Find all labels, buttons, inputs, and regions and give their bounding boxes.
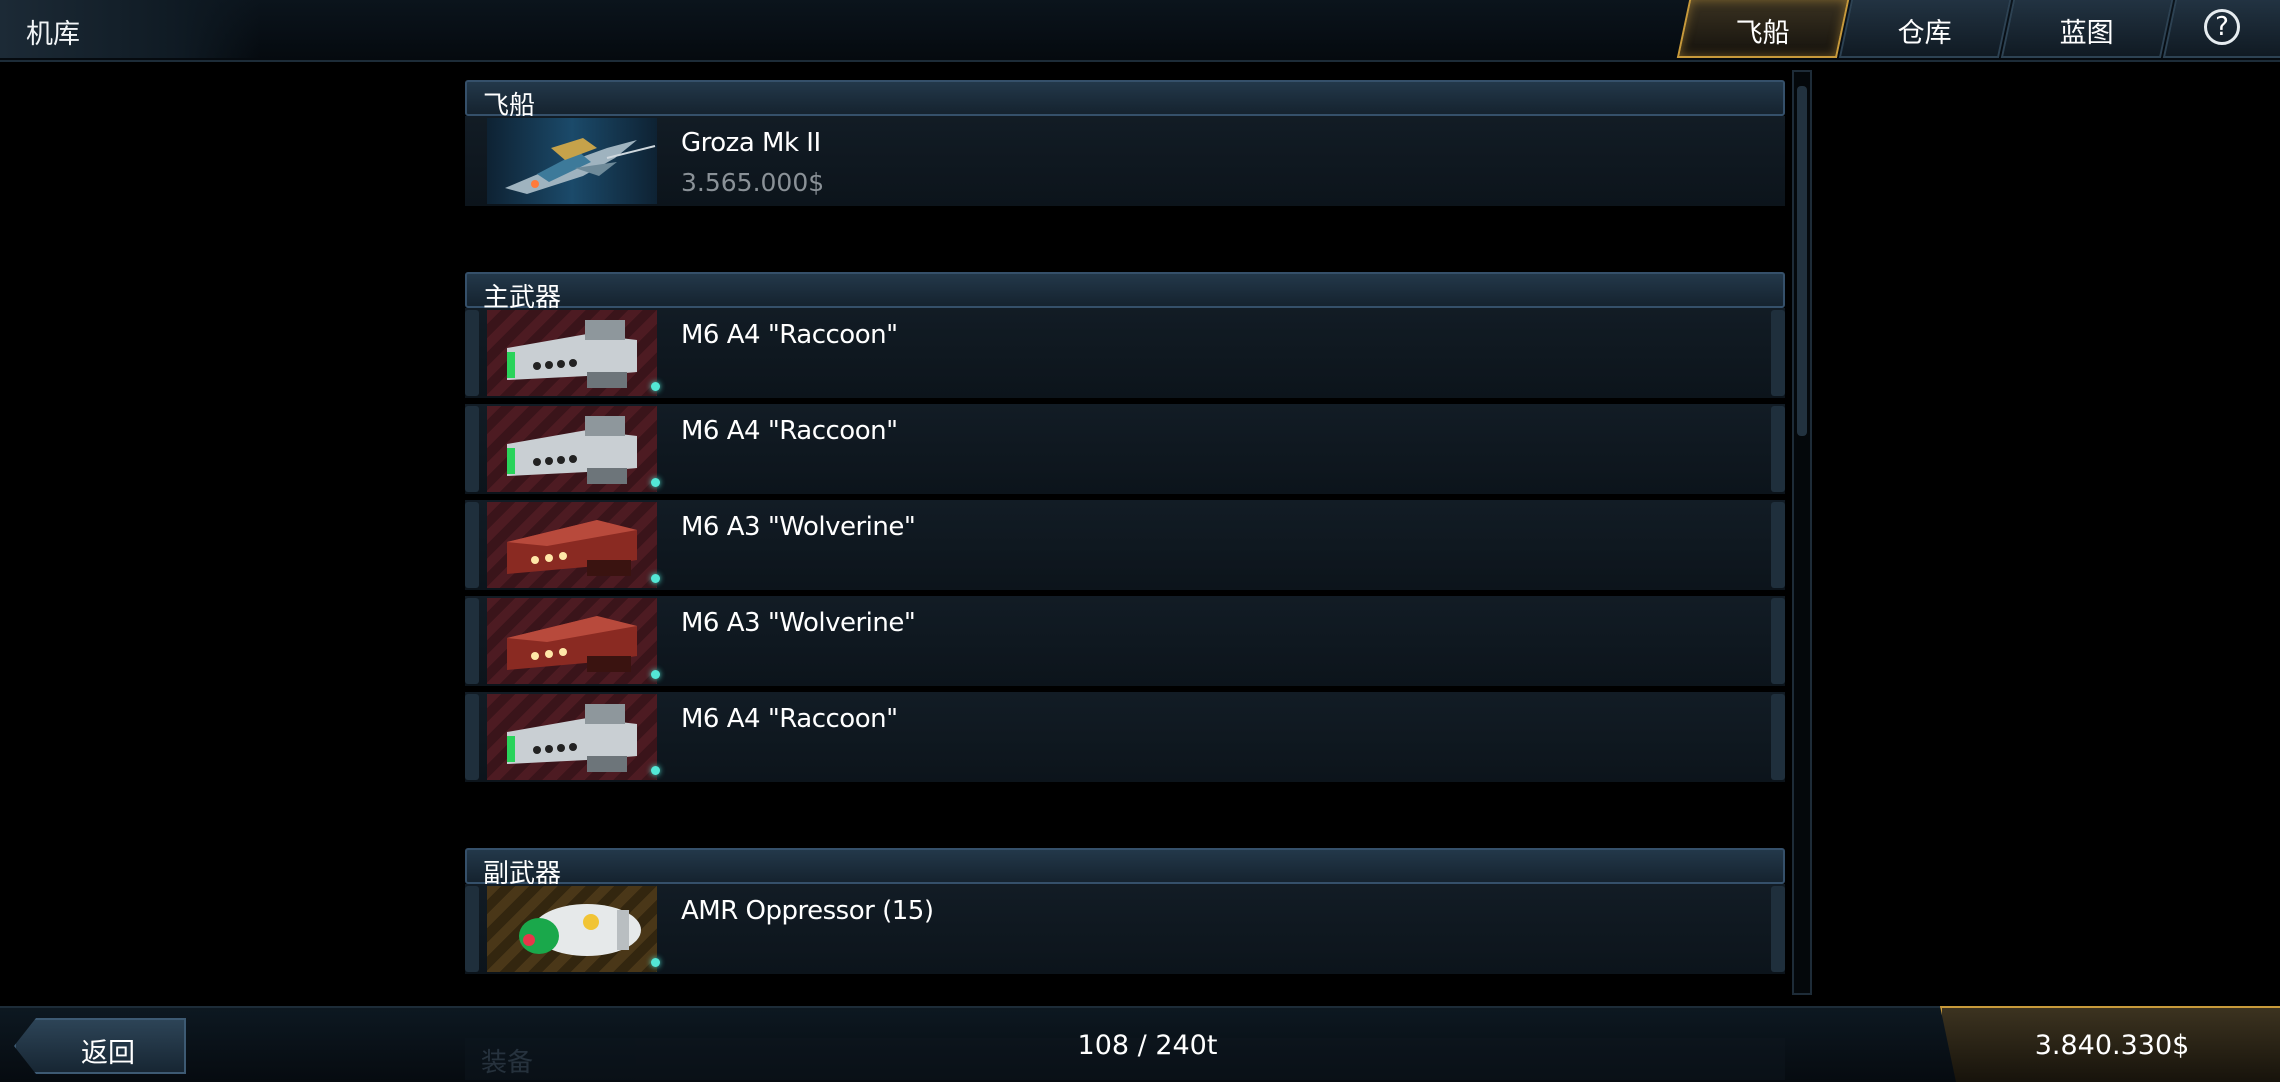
back-button[interactable]: 返回: [14, 1018, 186, 1074]
equipped-indicator: [651, 766, 660, 775]
credits-display: 3.840.330$: [1940, 1006, 2280, 1082]
scrollbar-thumb[interactable]: [1797, 86, 1807, 436]
raccoon-cannon-icon: [487, 694, 657, 780]
weapon-row[interactable]: M6 A4 "Raccoon": [465, 692, 1785, 782]
tab-warehouse[interactable]: 仓库: [1838, 0, 2012, 58]
raccoon-cannon-icon: [487, 406, 657, 492]
section-header-primary-weapons: 主武器: [465, 272, 1785, 313]
title-plate: 机库: [0, 0, 260, 58]
equipped-indicator: [651, 958, 660, 967]
weapon-row[interactable]: M6 A4 "Raccoon": [465, 404, 1785, 494]
help-icon[interactable]: ?: [2204, 9, 2240, 45]
secondary-weapon-row[interactable]: AMR Oppressor (15): [465, 884, 1785, 974]
equipped-indicator: [651, 670, 660, 679]
tab-warehouse-label: 仓库: [1897, 18, 1952, 49]
top-bar: 机库 飞船 仓库 蓝图 ?: [0, 0, 2280, 62]
item-name: M6 A4 "Raccoon": [681, 416, 898, 446]
item-name: M6 A4 "Raccoon": [681, 320, 898, 350]
weapon-row[interactable]: M6 A3 "Wolverine": [465, 596, 1785, 686]
tab-blueprints-label: 蓝图: [2059, 18, 2114, 49]
equipped-indicator: [651, 382, 660, 391]
tab-ships-label: 飞船: [1735, 18, 1790, 49]
equipped-indicator: [651, 574, 660, 583]
back-button-label: 返回: [81, 1038, 135, 1069]
tab-blueprints[interactable]: 蓝图: [2000, 0, 2174, 58]
raccoon-cannon-icon: [487, 310, 657, 396]
wolverine-cannon-icon: [487, 598, 657, 684]
equipped-indicator: [651, 478, 660, 487]
item-name: M6 A3 "Wolverine": [681, 512, 916, 542]
tab-ships[interactable]: 飞船: [1676, 0, 1850, 58]
item-name: M6 A3 "Wolverine": [681, 608, 916, 638]
item-name: AMR Oppressor (15): [681, 896, 934, 926]
ship-row[interactable]: Groza Mk II 3.565.000$: [465, 116, 1785, 206]
list-scrollbar[interactable]: [1792, 70, 1812, 995]
wolverine-cannon-icon: [487, 502, 657, 588]
section-title: 装备: [481, 1048, 534, 1078]
credits-value: 3.840.330$: [2034, 1030, 2190, 1061]
weapon-row[interactable]: M6 A4 "Raccoon": [465, 308, 1785, 398]
cargo-capacity: 108 / 240t: [1077, 1030, 1218, 1061]
missile-icon: [487, 886, 657, 972]
weapon-row[interactable]: M6 A3 "Wolverine": [465, 500, 1785, 590]
item-name: Groza Mk II: [681, 128, 821, 158]
ship-icon: [487, 118, 657, 204]
section-header-secondary-weapons: 副武器: [465, 848, 1785, 889]
item-name: M6 A4 "Raccoon": [681, 704, 898, 734]
item-price: 3.565.000$: [681, 168, 825, 197]
screen-title: 机库: [26, 19, 80, 50]
section-header-ships: 飞船: [465, 80, 1785, 121]
